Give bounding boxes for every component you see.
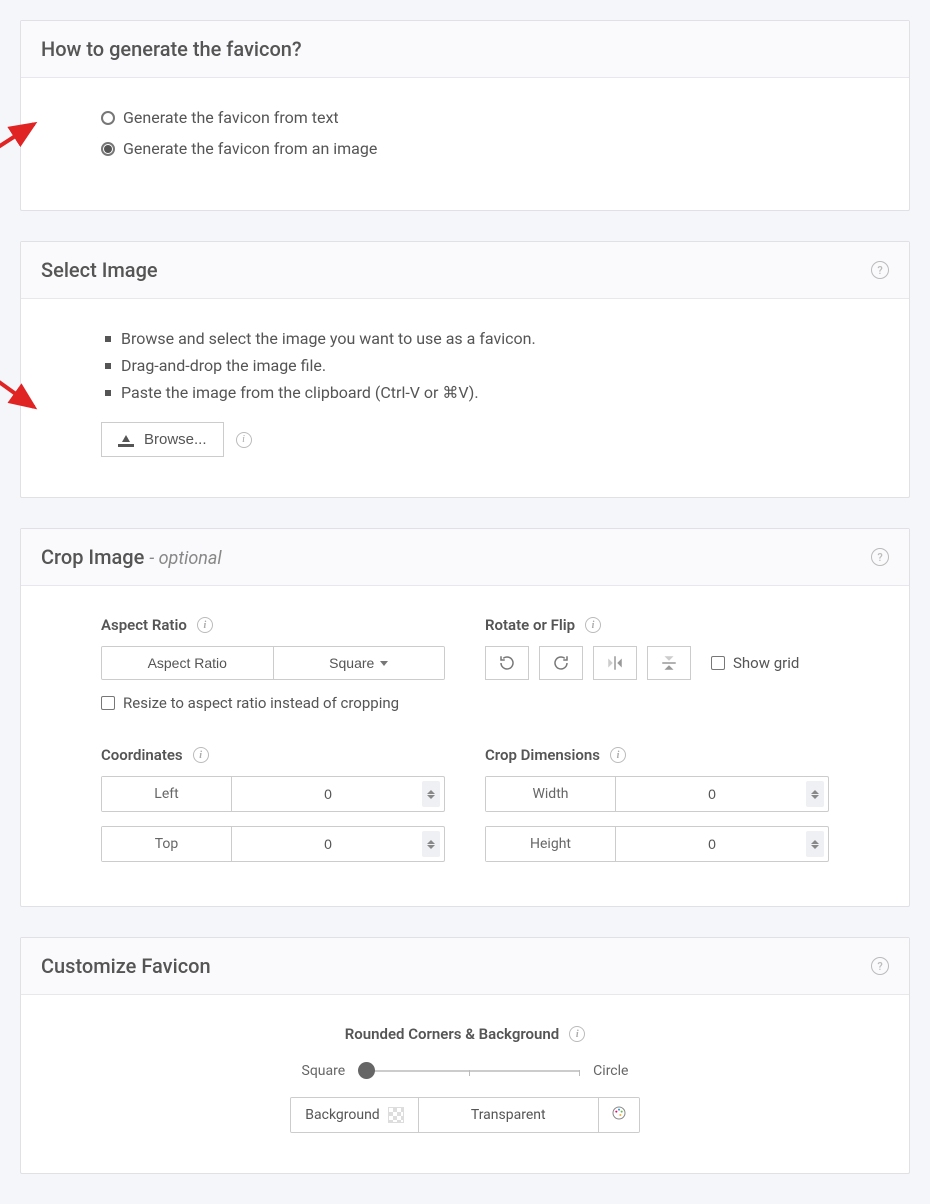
coordinates-label: Coordinates	[101, 746, 183, 764]
optional-label: - optional	[149, 548, 221, 569]
top-input[interactable]	[232, 836, 444, 852]
aspect-ratio-group: Aspect Ratio Square	[101, 646, 445, 680]
flip-horizontal-button[interactable]	[593, 646, 637, 680]
color-picker-button[interactable]	[598, 1098, 639, 1132]
info-icon[interactable]: i	[197, 617, 213, 633]
height-input-group: Height	[485, 826, 829, 862]
transparency-icon	[388, 1107, 404, 1123]
rotate-flip-label: Rotate or Flip	[485, 616, 575, 634]
aspect-ratio-button[interactable]: Aspect Ratio	[102, 647, 273, 679]
coordinates-section: Coordinates i Left Top	[101, 746, 445, 876]
chevron-down-icon	[380, 661, 388, 666]
background-value-button[interactable]: Transparent	[418, 1098, 598, 1132]
panel-header: Crop Image - optional ?	[21, 529, 909, 586]
panel-title: Select Image	[41, 258, 158, 282]
help-icon[interactable]: ?	[871, 548, 889, 566]
left-input[interactable]	[232, 786, 444, 802]
rotate-flip-section: Rotate or Flip i	[485, 616, 829, 712]
addon-label: Top	[102, 827, 232, 861]
list-item: Browse and select the image you want to …	[101, 329, 829, 348]
info-icon[interactable]: i	[585, 617, 601, 633]
radio-icon	[101, 111, 115, 125]
number-stepper[interactable]	[806, 831, 824, 857]
instructions-list: Browse and select the image you want to …	[101, 329, 829, 402]
width-input[interactable]	[616, 786, 828, 802]
crop-image-panel: Crop Image - optional ? Aspect Ratio i A…	[20, 528, 910, 907]
radio-label: Generate the favicon from an image	[123, 139, 377, 158]
addon-label: Height	[486, 827, 616, 861]
annotation-arrow	[0, 116, 46, 176]
list-item: Paste the image from the clipboard (Ctrl…	[101, 383, 829, 402]
dropdown-label: Square	[329, 655, 374, 671]
number-stepper[interactable]	[422, 831, 440, 857]
radio-from-image[interactable]: Generate the favicon from an image	[101, 139, 829, 158]
slider-thumb[interactable]	[358, 1062, 375, 1079]
browse-label: Browse...	[144, 431, 207, 448]
upload-icon	[118, 433, 134, 447]
radio-from-text[interactable]: Generate the favicon from text	[101, 108, 829, 127]
info-icon[interactable]: i	[193, 747, 209, 763]
flip-vertical-button[interactable]	[647, 646, 691, 680]
top-input-group: Top	[101, 826, 445, 862]
panel-title: How to generate the favicon?	[41, 37, 302, 61]
customize-favicon-panel: Customize Favicon ? Rounded Corners & Ba…	[20, 937, 910, 1174]
info-icon[interactable]: i	[569, 1026, 585, 1042]
panel-header: Select Image ?	[21, 242, 909, 299]
panel-header: Customize Favicon ?	[21, 938, 909, 995]
panel-title: Crop Image	[41, 545, 144, 569]
panel-title: Customize Favicon	[41, 954, 211, 978]
left-input-group: Left	[101, 776, 445, 812]
info-icon[interactable]: i	[610, 747, 626, 763]
select-image-panel: Select Image ? Browse and select the ima…	[20, 241, 910, 498]
flip-vertical-icon	[660, 654, 678, 672]
background-value: Transparent	[471, 1107, 546, 1123]
roundness-slider-row: Square Circle	[41, 1063, 889, 1079]
palette-icon	[611, 1105, 627, 1125]
background-label-button[interactable]: Background	[291, 1098, 417, 1132]
roundness-slider[interactable]	[359, 1064, 579, 1078]
slider-max-label: Circle	[593, 1063, 628, 1079]
slider-min-label: Square	[302, 1063, 346, 1079]
help-icon[interactable]: ?	[871, 957, 889, 975]
help-icon[interactable]: ?	[871, 261, 889, 279]
how-to-generate-panel: How to generate the favicon? Generate th…	[20, 20, 910, 211]
radio-label: Generate the favicon from text	[123, 108, 339, 127]
aspect-ratio-label: Aspect Ratio	[101, 616, 187, 634]
background-label: Background	[305, 1107, 379, 1123]
height-input[interactable]	[616, 836, 828, 852]
rounded-corners-label: Rounded Corners & Background	[345, 1025, 560, 1043]
checkbox-label: Show grid	[733, 654, 799, 672]
crop-dimensions-section: Crop Dimensions i Width Height	[485, 746, 829, 876]
radio-icon	[101, 142, 115, 156]
rotate-left-button[interactable]	[485, 646, 529, 680]
checkbox-icon	[101, 696, 115, 710]
panel-title-wrap: Crop Image - optional	[41, 545, 222, 569]
number-stepper[interactable]	[422, 781, 440, 807]
checkbox-label: Resize to aspect ratio instead of croppi…	[123, 694, 399, 712]
aspect-square-dropdown[interactable]: Square	[273, 647, 445, 679]
checkbox-icon	[711, 656, 725, 670]
width-input-group: Width	[485, 776, 829, 812]
show-grid-checkbox[interactable]: Show grid	[711, 654, 799, 672]
rotate-right-icon	[552, 654, 570, 672]
addon-label: Left	[102, 777, 232, 811]
background-group: Background Transparent	[290, 1097, 639, 1133]
addon-label: Width	[486, 777, 616, 811]
resize-checkbox[interactable]: Resize to aspect ratio instead of croppi…	[101, 694, 445, 712]
aspect-ratio-section: Aspect Ratio i Aspect Ratio Square Resiz…	[101, 616, 445, 712]
browse-button[interactable]: Browse...	[101, 422, 224, 457]
crop-dimensions-label: Crop Dimensions	[485, 746, 600, 764]
info-icon[interactable]: i	[236, 432, 252, 448]
annotation-arrow	[0, 357, 46, 417]
rotate-right-button[interactable]	[539, 646, 583, 680]
rotate-left-icon	[498, 654, 516, 672]
panel-header: How to generate the favicon?	[21, 21, 909, 78]
number-stepper[interactable]	[806, 781, 824, 807]
list-item: Drag-and-drop the image file.	[101, 356, 829, 375]
flip-horizontal-icon	[606, 654, 624, 672]
